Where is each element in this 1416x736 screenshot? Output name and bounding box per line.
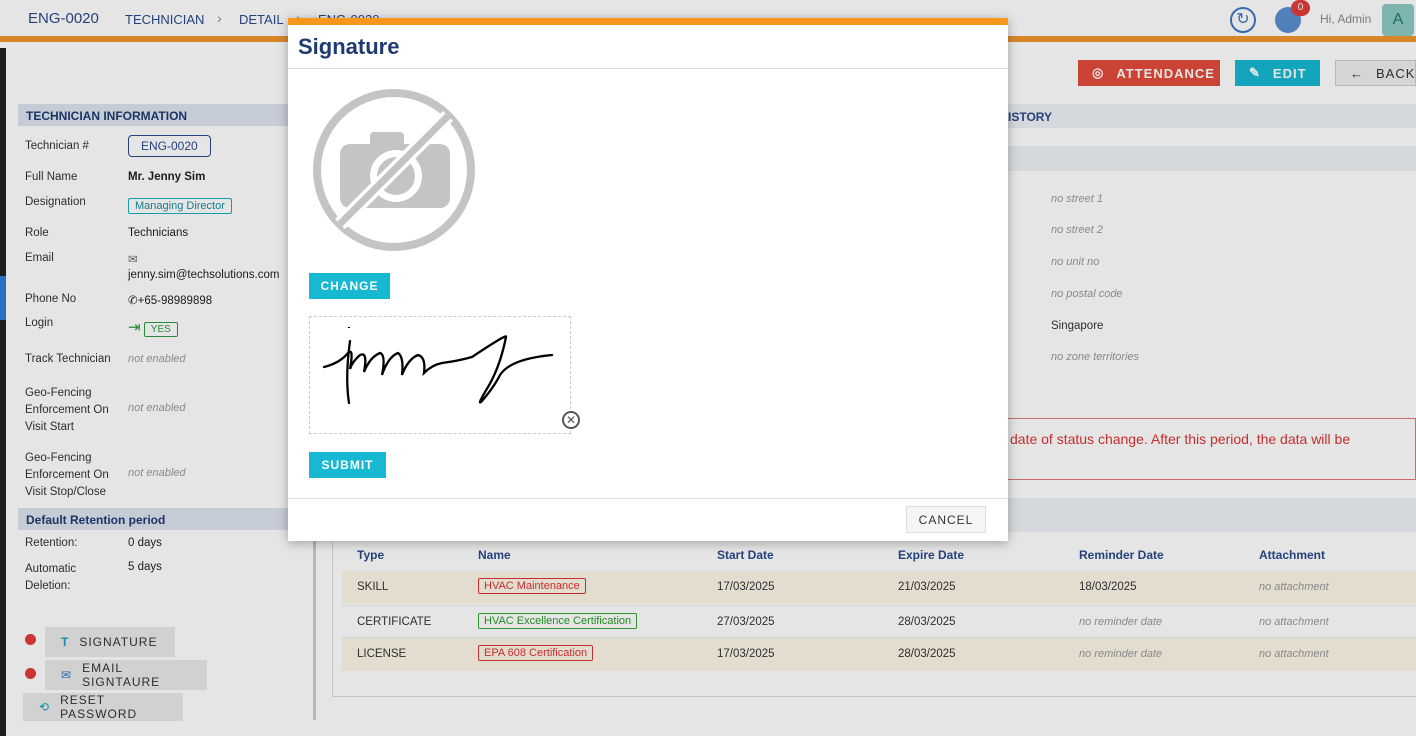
no-image-icon — [313, 89, 475, 251]
change-button[interactable]: CHANGE — [309, 273, 390, 299]
clear-signature-icon[interactable]: ✕ — [562, 411, 580, 429]
submit-button[interactable]: SUBMIT — [309, 452, 386, 478]
modal-title: Signature — [298, 34, 400, 59]
handwritten-signature — [322, 327, 554, 405]
divider — [288, 498, 1008, 499]
signature-pad[interactable] — [309, 316, 571, 434]
cancel-button[interactable]: CANCEL — [906, 506, 986, 533]
divider — [288, 68, 1008, 69]
signature-modal: Signature CHANGE ✕ SUBMIT CANCEL — [288, 18, 1008, 541]
